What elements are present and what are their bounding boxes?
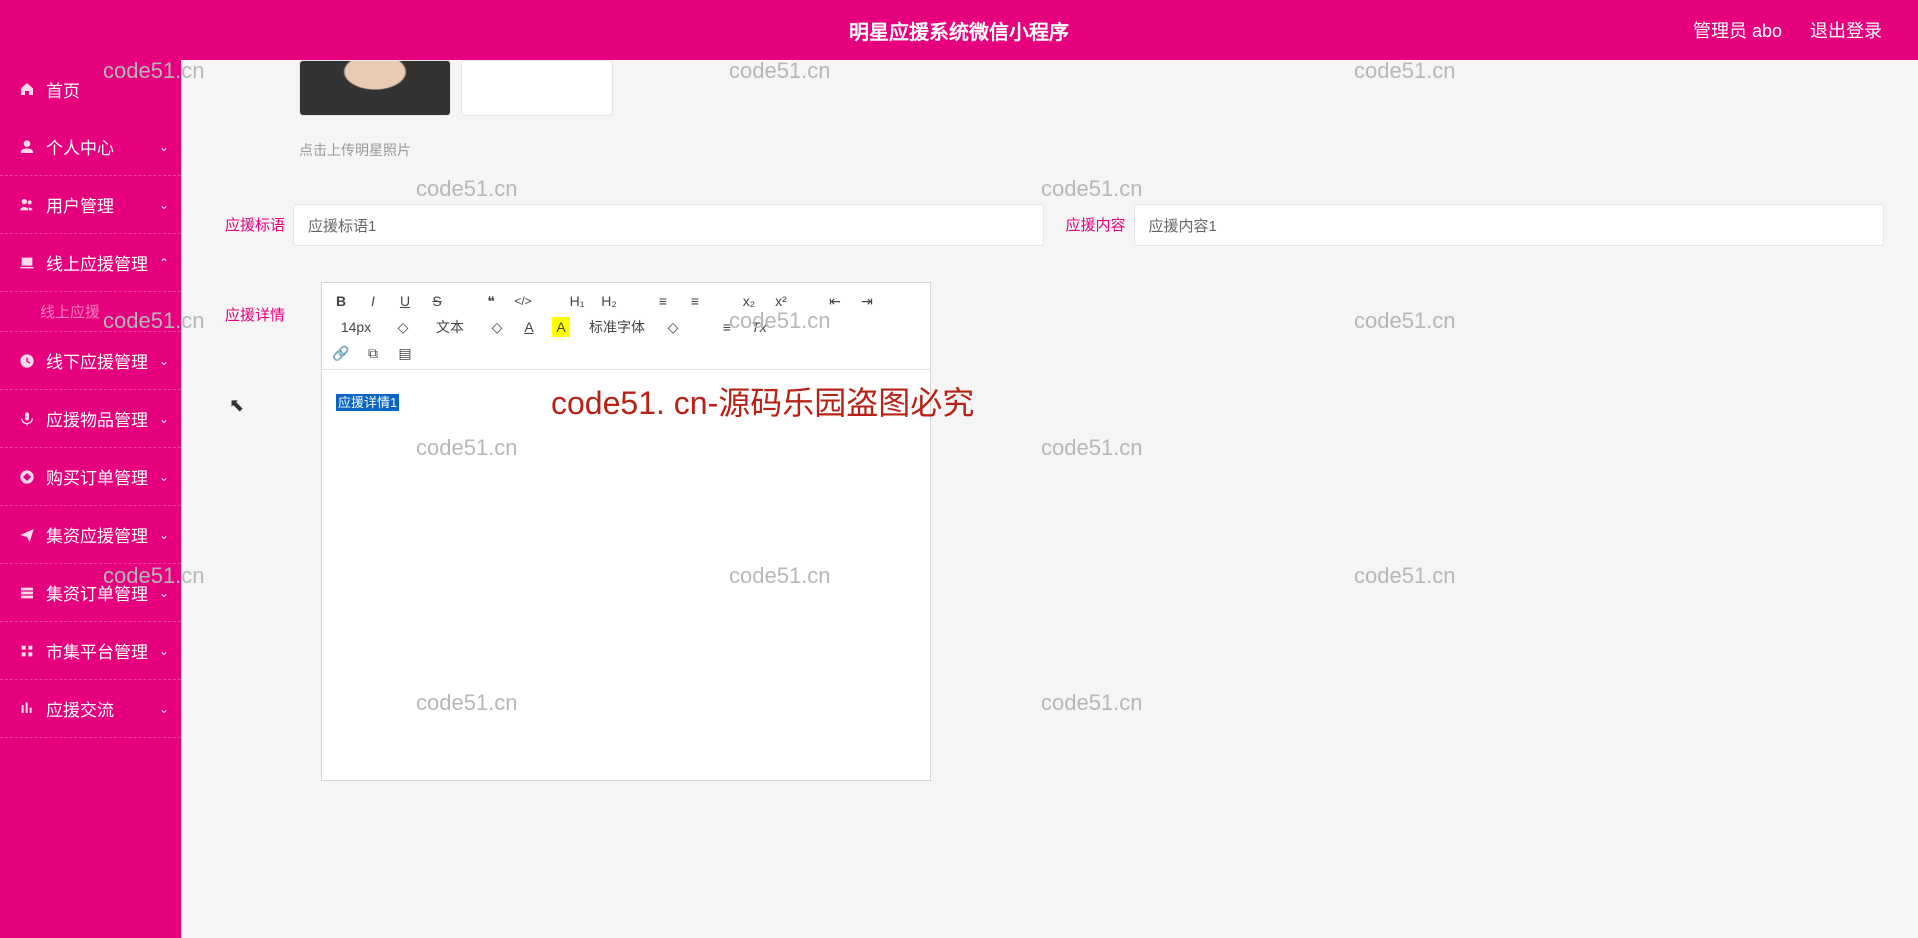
chevron-up-icon: ⌃ <box>159 256 169 270</box>
chevron-down-icon: ⌄ <box>159 702 169 716</box>
bold-button[interactable]: B <box>332 291 350 311</box>
sidebar-item-label: 应援物品管理 <box>46 406 148 431</box>
strike-button[interactable]: S <box>428 291 446 311</box>
sidebar-item-orders[interactable]: 购买订单管理 ⌄ <box>0 448 181 506</box>
market-icon <box>18 642 36 660</box>
sidebar-item-users[interactable]: 用户管理 ⌄ <box>0 176 181 234</box>
save-button[interactable]: ▤ <box>396 343 414 363</box>
sidebar-item-fundorders[interactable]: 集资订单管理 ⌄ <box>0 564 181 622</box>
image-button[interactable]: ⧉ <box>364 343 382 363</box>
chevron-down-icon: ⌄ <box>159 354 169 368</box>
content-input[interactable] <box>1134 204 1885 246</box>
detail-label: 应援详情 <box>215 304 285 781</box>
indent-button[interactable]: ⇤ <box>826 291 844 311</box>
sidebar-item-goods[interactable]: 应援物品管理 ⌄ <box>0 390 181 448</box>
sidebar-item-online[interactable]: 线上应援管理 ⌃ <box>0 234 181 292</box>
sidebar-item-label: 应援交流 <box>46 696 114 721</box>
app-title: 明星应援系统微信小程序 <box>849 16 1069 45</box>
italic-button[interactable]: I <box>364 291 382 311</box>
underline-button[interactable]: U <box>396 291 414 311</box>
sidebar-item-label: 购买订单管理 <box>46 464 148 489</box>
sidebar-sub-label: 线上应援 <box>40 301 100 322</box>
caret-icon: ◇ <box>664 317 682 337</box>
slogan-input[interactable] <box>293 204 1044 246</box>
rich-editor: B I U S ❝ </> H₁ H₂ ≡ ≡ x₂ x² <box>321 282 931 781</box>
sidebar-sub-online[interactable]: 线上应援 <box>0 292 181 332</box>
mic-icon <box>18 410 36 428</box>
clock-icon <box>18 352 36 370</box>
sidebar-item-label: 集资订单管理 <box>46 580 148 605</box>
sidebar-item-label: 首页 <box>46 77 80 102</box>
block-type-select[interactable]: 文本 <box>426 317 474 337</box>
upload-slot[interactable] <box>461 60 613 116</box>
chevron-down-icon: ⌄ <box>159 470 169 484</box>
users-icon <box>18 196 36 214</box>
font-size-select[interactable]: 14px <box>332 317 380 337</box>
quote-button[interactable]: ❝ <box>482 291 500 311</box>
chevron-down-icon: ⌄ <box>159 586 169 600</box>
caret-icon: ◇ <box>394 317 412 337</box>
upload-hint: 点击上传明星照片 <box>299 140 1884 160</box>
send-icon <box>18 526 36 544</box>
sidebar: 首页 个人中心 ⌄ 用户管理 ⌄ 线上应援管理 ⌃ 线上应援 线下应援管理 ⌄ … <box>0 60 181 938</box>
sidebar-item-label: 线上应援管理 <box>46 250 148 275</box>
subscript-button[interactable]: x₂ <box>740 291 758 311</box>
sidebar-item-label: 线下应援管理 <box>46 348 148 373</box>
sidebar-item-market[interactable]: 市集平台管理 ⌄ <box>0 622 181 680</box>
align-button[interactable]: ≡ <box>718 317 736 337</box>
bg-color-button[interactable]: A <box>552 317 570 337</box>
code-button[interactable]: </> <box>514 291 532 311</box>
caret-icon: ◇ <box>488 317 506 337</box>
font-family-select[interactable]: 标准字体 <box>584 317 650 337</box>
online-icon <box>18 254 36 272</box>
sidebar-item-label: 用户管理 <box>46 192 114 217</box>
ordered-list-button[interactable]: ≡ <box>654 291 672 311</box>
chevron-down-icon: ⌄ <box>159 644 169 658</box>
user-icon <box>18 138 36 156</box>
h2-button[interactable]: H₂ <box>600 291 618 311</box>
chevron-down-icon: ⌄ <box>159 198 169 212</box>
uploaded-photo[interactable] <box>299 60 451 116</box>
superscript-button[interactable]: x² <box>772 291 790 311</box>
sidebar-item-forum[interactable]: 应援交流 ⌄ <box>0 680 181 738</box>
sidebar-item-home[interactable]: 首页 <box>0 60 181 118</box>
chevron-down-icon: ⌄ <box>159 140 169 154</box>
editor-canvas[interactable]: 应援详情1 <box>322 370 930 780</box>
sidebar-item-label: 市集平台管理 <box>46 638 148 663</box>
sidebar-item-profile[interactable]: 个人中心 ⌄ <box>0 118 181 176</box>
h1-button[interactable]: H₁ <box>568 291 586 311</box>
editor-toolbar: B I U S ❝ </> H₁ H₂ ≡ ≡ x₂ x² <box>322 283 930 370</box>
home-icon <box>18 80 36 98</box>
sidebar-item-label: 集资应援管理 <box>46 522 148 547</box>
logout-link[interactable]: 退出登录 <box>1810 17 1882 43</box>
sidebar-item-fund[interactable]: 集资应援管理 ⌄ <box>0 506 181 564</box>
slogan-label: 应援标语 <box>215 204 285 246</box>
sidebar-item-offline[interactable]: 线下应援管理 ⌄ <box>0 332 181 390</box>
list-icon <box>18 584 36 602</box>
cart-icon <box>18 468 36 486</box>
content-label: 应援内容 <box>1056 204 1126 246</box>
text-color-button[interactable]: A <box>520 317 538 337</box>
link-button[interactable]: 🔗 <box>332 343 350 363</box>
bars-icon <box>18 700 36 718</box>
sidebar-item-label: 个人中心 <box>46 134 114 159</box>
main-content: 点击上传明星照片 应援标语 应援内容 应援详情 B I U S ❝ </> <box>181 60 1918 938</box>
admin-name[interactable]: 管理员 abo <box>1693 17 1782 43</box>
clear-format-button[interactable]: Tx <box>750 317 768 337</box>
top-bar: 明星应援系统微信小程序 管理员 abo 退出登录 <box>0 0 1918 60</box>
chevron-down-icon: ⌄ <box>159 528 169 542</box>
selected-text: 应援详情1 <box>336 394 399 411</box>
unordered-list-button[interactable]: ≡ <box>686 291 704 311</box>
chevron-down-icon: ⌄ <box>159 412 169 426</box>
outdent-button[interactable]: ⇥ <box>858 291 876 311</box>
